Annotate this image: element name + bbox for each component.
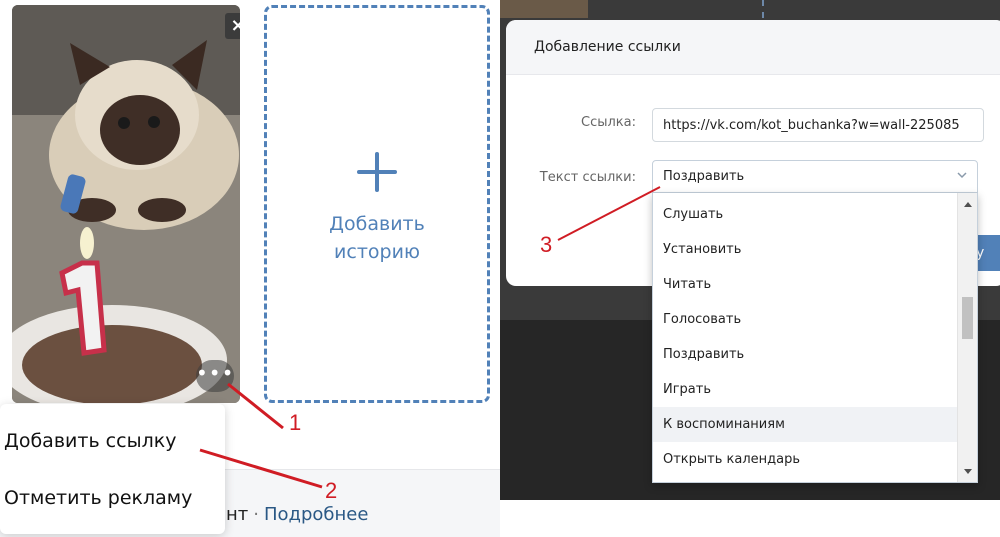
dropdown-option[interactable]: Голосовать <box>653 302 957 337</box>
scrollbar-thumb[interactable] <box>962 297 973 339</box>
menu-item-mark-ad[interactable]: Отметить рекламу <box>4 487 192 509</box>
annotation-label-2: 2 <box>325 478 338 503</box>
dropdown-option[interactable]: Слушать <box>653 197 957 232</box>
dropdown-option[interactable]: Поздравить <box>653 337 957 372</box>
link-text-select[interactable]: Поздравить <box>652 160 978 193</box>
background-photo-edge <box>500 0 588 18</box>
add-story-label: Добавить историю <box>329 213 425 263</box>
scroll-down-icon[interactable] <box>964 469 972 474</box>
background-dashed-edge <box>762 0 765 18</box>
add-story-button[interactable]: Добавить историю <box>264 5 490 403</box>
blank-area <box>500 500 1000 537</box>
cat-photo-image <box>12 5 240 403</box>
dropdown-option[interactable]: Установить <box>653 232 957 267</box>
story-editor-panel: × ••• Добавить историю нт · Подробнее Доба… <box>0 0 500 537</box>
footer-separator: · <box>253 504 259 525</box>
link-url-input[interactable] <box>652 108 984 142</box>
menu-item-add-link[interactable]: Добавить ссылку <box>4 430 176 452</box>
annotation-label-3: 3 <box>540 232 553 257</box>
link-text-label: Текст ссылки: <box>539 170 636 185</box>
annotation-label-1: 1 <box>289 410 302 435</box>
more-options-icon[interactable]: ••• <box>196 360 234 392</box>
scroll-up-icon[interactable] <box>964 202 972 207</box>
footer-prefix: нт <box>226 504 249 525</box>
link-text-dropdown: Слушать Установить Читать Голосовать Поз… <box>652 193 978 483</box>
plus-icon <box>357 152 397 192</box>
context-menu: Добавить ссылку Отметить рекламу <box>0 404 225 534</box>
link-label: Ссылка: <box>581 115 636 130</box>
story-preview[interactable]: × ••• <box>12 5 240 403</box>
more-link[interactable]: Подробнее <box>264 504 368 525</box>
close-icon[interactable]: × <box>225 13 240 39</box>
footer-text: нт · Подробнее <box>226 504 368 525</box>
select-value: Поздравить <box>663 169 745 184</box>
dropdown-option[interactable]: Читать <box>653 267 957 302</box>
chevron-down-icon <box>957 172 967 179</box>
dropdown-option-hovered[interactable]: К воспоминаниям <box>653 407 957 442</box>
dialog-title: Добавление ссылки <box>506 20 1000 75</box>
dropdown-scrollbar[interactable] <box>957 193 977 482</box>
dropdown-option[interactable]: Открыть календарь <box>653 442 957 477</box>
dropdown-option[interactable]: Играть <box>653 372 957 407</box>
